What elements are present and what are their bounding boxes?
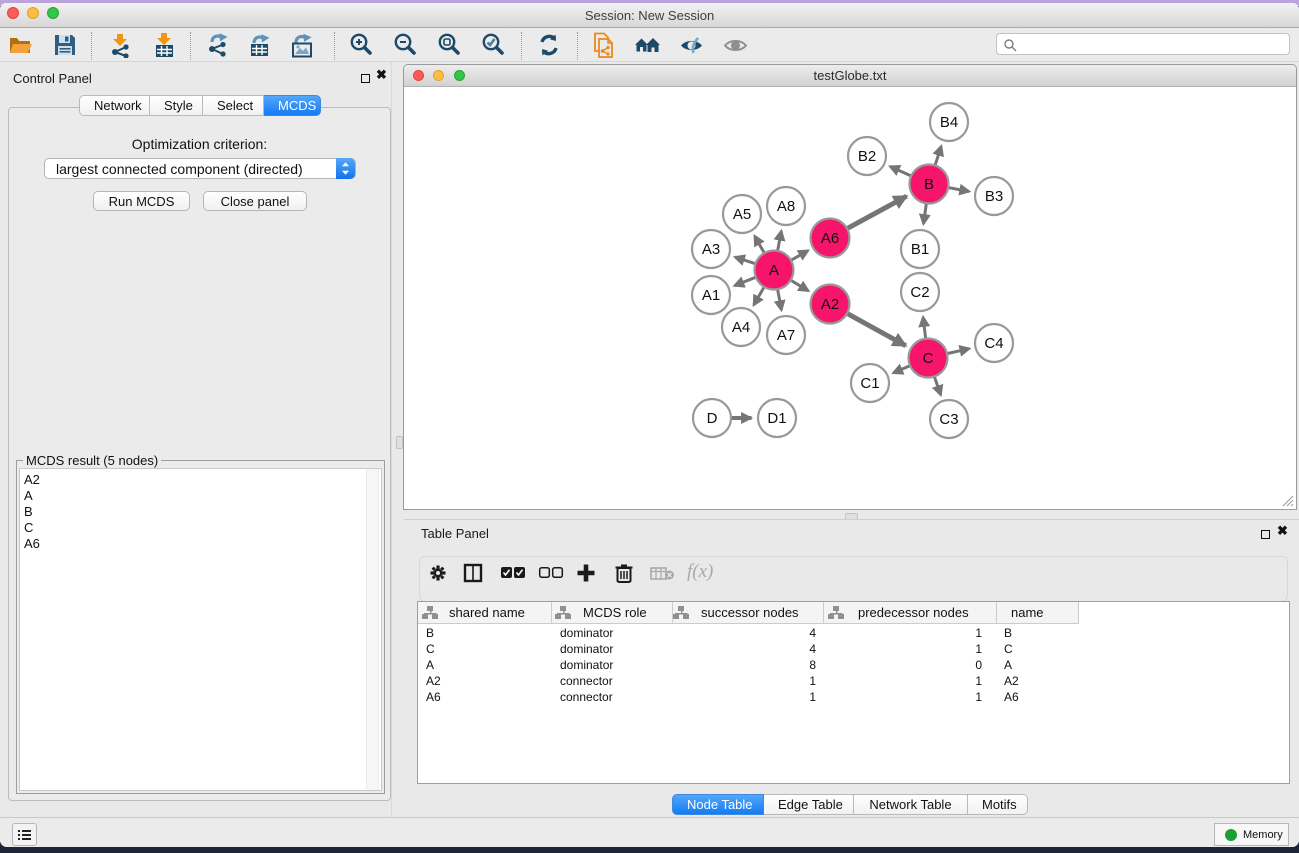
svg-text:A7: A7 xyxy=(777,327,795,344)
svg-text:B3: B3 xyxy=(985,188,1003,205)
svg-text:B: B xyxy=(924,176,934,193)
svg-text:C1: C1 xyxy=(860,375,879,392)
svg-text:A2: A2 xyxy=(821,296,839,313)
svg-text:A1: A1 xyxy=(702,287,720,304)
svg-text:A3: A3 xyxy=(702,241,720,258)
svg-text:A: A xyxy=(769,262,779,279)
svg-text:B2: B2 xyxy=(858,148,876,165)
svg-text:A6: A6 xyxy=(821,230,839,247)
svg-text:C4: C4 xyxy=(984,335,1003,352)
svg-text:B1: B1 xyxy=(911,241,929,258)
svg-text:A5: A5 xyxy=(733,206,751,223)
svg-text:C2: C2 xyxy=(910,284,929,301)
svg-text:C: C xyxy=(923,350,934,367)
svg-text:A8: A8 xyxy=(777,198,795,215)
svg-text:D: D xyxy=(707,410,718,427)
svg-text:A4: A4 xyxy=(732,319,750,336)
svg-text:C3: C3 xyxy=(939,411,958,428)
svg-text:B4: B4 xyxy=(940,114,958,131)
svg-text:D1: D1 xyxy=(767,410,786,427)
